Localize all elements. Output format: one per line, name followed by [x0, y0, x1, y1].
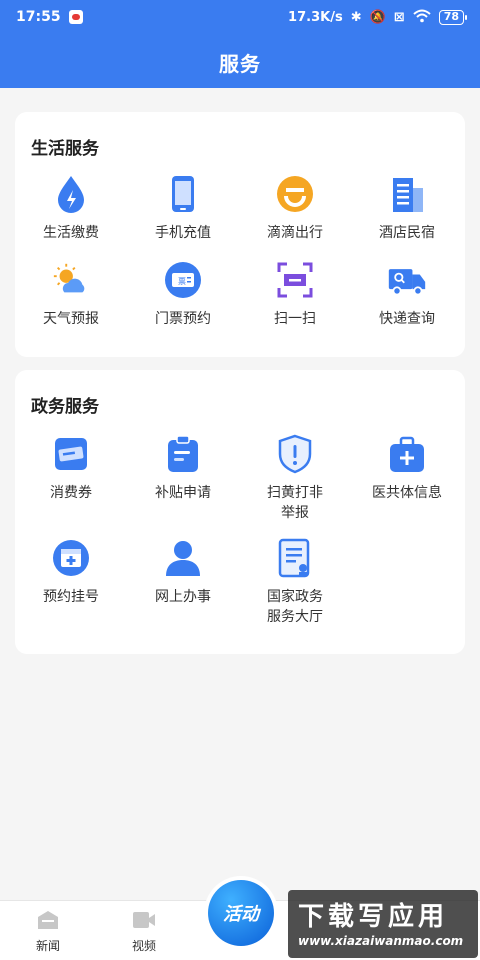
phone-icon: [163, 174, 203, 214]
weather-icon: [51, 260, 91, 300]
activity-button[interactable]: 活动: [204, 876, 278, 950]
service-label-line2: 举报: [281, 505, 309, 521]
clipboard-icon: [163, 434, 203, 474]
delivery-truck-icon: [387, 260, 427, 300]
life-services-title: 生活服务: [31, 139, 99, 159]
service-item-ticket[interactable]: 票 门票预约: [127, 260, 239, 329]
bluetooth-icon: ✱: [350, 9, 362, 25]
notification-app-icon: [68, 10, 83, 24]
ticket-icon: 票: [163, 260, 203, 300]
service-label: 扫黄打非 举报: [239, 483, 351, 523]
hotel-building-icon: [387, 174, 427, 214]
wifi-icon: [413, 9, 431, 26]
svg-text:票: 票: [178, 277, 186, 286]
water-drop-icon: [51, 174, 91, 214]
tab-video[interactable]: 视频: [114, 907, 174, 954]
watermark-title: 下载写应用: [298, 902, 449, 932]
watermark-url: www.xiazaiwanmao.com: [298, 934, 464, 948]
service-label: 滴滴出行: [267, 225, 323, 241]
service-label: 生活缴费: [43, 225, 99, 241]
service-label: 酒店民宿: [379, 225, 435, 241]
service-label: 扫一扫: [274, 311, 316, 327]
service-label: 网上办事: [155, 589, 211, 605]
service-label: 医共体信息: [372, 485, 442, 501]
calendar-plus-icon: [51, 538, 91, 578]
activity-label: 活动: [208, 880, 274, 946]
battery-indicator: 78: [438, 9, 468, 25]
service-label: 手机充值: [155, 225, 211, 241]
service-item-phone-recharge[interactable]: 手机充值: [127, 174, 239, 243]
status-bar: 17:55 17.3K/s ✱ 🔕 ⊠ 78: [0, 0, 480, 34]
service-label-line1: 国家政务: [267, 589, 323, 605]
status-time: 17:55: [16, 9, 61, 25]
service-label: 补贴申请: [155, 485, 211, 501]
service-item-hotel[interactable]: 酒店民宿: [351, 174, 463, 243]
service-item-medical-info[interactable]: 医共体信息: [351, 434, 463, 503]
service-item-utility-payment[interactable]: 生活缴费: [15, 174, 127, 243]
app-header: 17:55 17.3K/s ✱ 🔕 ⊠ 78 服务: [0, 0, 480, 88]
service-item-weather[interactable]: 天气预报: [15, 260, 127, 329]
service-item-appointment[interactable]: 预约挂号: [15, 538, 127, 607]
tab-label: 视频: [131, 939, 156, 953]
mute-bell-icon: 🔕: [369, 9, 386, 25]
service-item-report-illegal[interactable]: 扫黄打非 举报: [239, 434, 351, 523]
gov-services-card: 政务服务 消费券 补贴申请 扫黄打非 举报 医共体信息 预约挂号 网上办事 国家…: [15, 370, 465, 654]
service-label: 快递查询: [379, 311, 435, 327]
service-item-national-gov-hall[interactable]: 国家政务 服务大厅: [239, 538, 351, 627]
shield-alert-icon: [275, 434, 315, 474]
life-services-card: 生活服务 生活缴费 手机充值 滴滴出行 酒店民宿 天气预报 票 门票预约 扫一扫…: [15, 112, 465, 357]
video-icon: [131, 907, 157, 933]
service-item-delivery[interactable]: 快递查询: [351, 260, 463, 329]
service-item-subsidy[interactable]: 补贴申请: [127, 434, 239, 503]
person-icon: [163, 538, 203, 578]
service-item-coupon[interactable]: 消费券: [15, 434, 127, 503]
service-label: 天气预报: [43, 311, 99, 327]
service-item-online-affairs[interactable]: 网上办事: [127, 538, 239, 607]
coupon-icon: [51, 434, 91, 474]
service-label-line1: 扫黄打非: [267, 485, 323, 501]
medical-kit-icon: [387, 434, 427, 474]
service-item-scan[interactable]: 扫一扫: [239, 260, 351, 329]
service-label-line2: 服务大厅: [267, 609, 323, 625]
page-title: 服务: [219, 52, 261, 76]
service-item-didi[interactable]: 滴滴出行: [239, 174, 351, 243]
tab-label: 新闻: [35, 939, 60, 953]
gov-services-title: 政务服务: [31, 397, 99, 417]
news-icon: [35, 907, 61, 933]
sim-off-icon: ⊠: [393, 9, 405, 25]
didi-icon: [275, 174, 315, 214]
service-label: 门票预约: [155, 311, 211, 327]
watermark: 下载写应用 www.xiazaiwanmao.com: [288, 890, 478, 958]
service-label: 预约挂号: [43, 589, 99, 605]
network-speed: 17.3K/s: [288, 9, 343, 25]
service-label: 国家政务 服务大厅: [239, 587, 351, 627]
service-label: 消费券: [50, 485, 92, 501]
document-icon: [275, 538, 315, 578]
tab-news[interactable]: 新闻: [18, 907, 78, 954]
scan-icon: [275, 260, 315, 300]
